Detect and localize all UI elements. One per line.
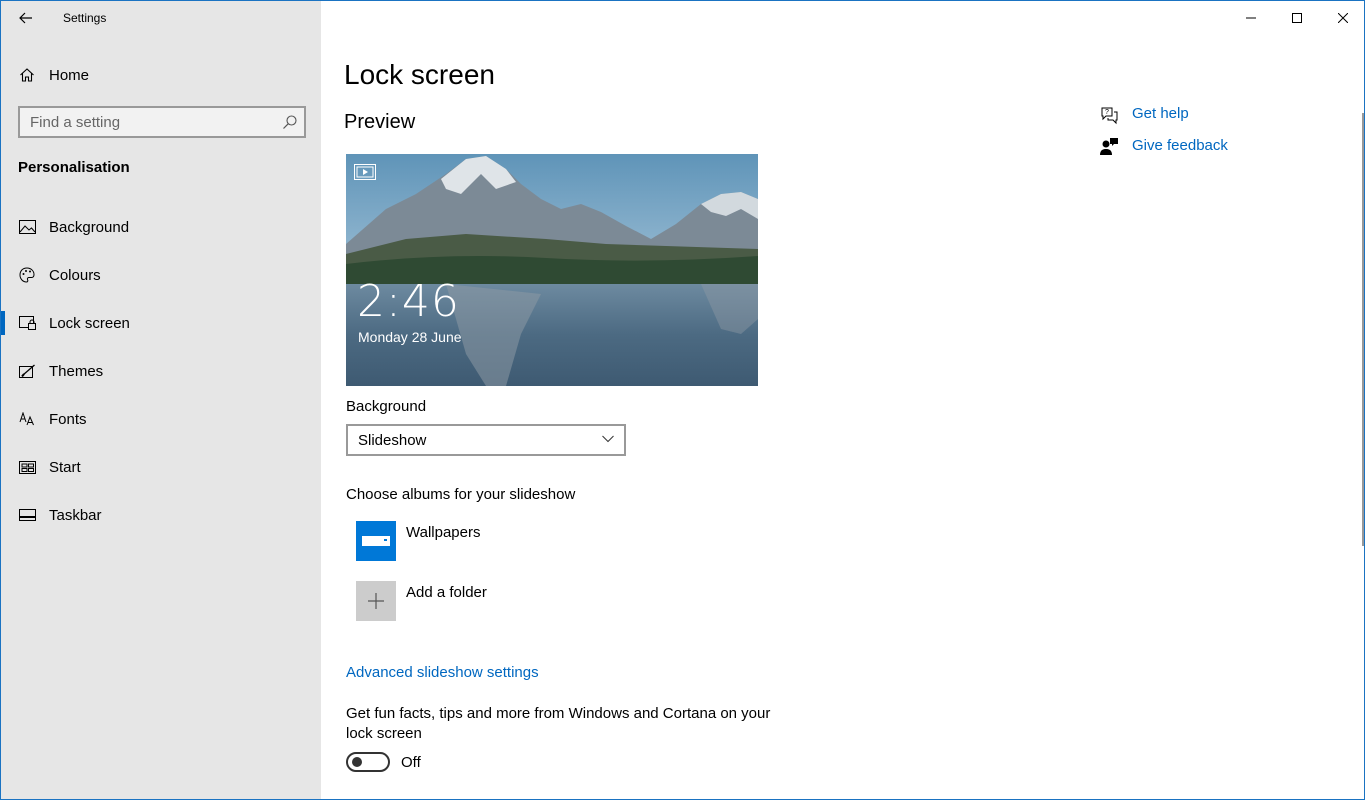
- minimize-button[interactable]: [1228, 1, 1274, 35]
- give-feedback-link[interactable]: Give feedback: [1132, 137, 1228, 154]
- add-folder-button[interactable]: Add a folder: [356, 581, 656, 623]
- settings-window: Settings Home Personalisation: [0, 0, 1365, 800]
- plus-icon: [356, 581, 396, 621]
- fun-facts-toggle[interactable]: [346, 752, 390, 772]
- themes-icon: [18, 362, 36, 380]
- slideshow-badge-icon: [354, 164, 376, 180]
- search-icon[interactable]: [282, 114, 298, 130]
- sidebar-item-themes[interactable]: Themes: [1, 347, 321, 395]
- album-label: Add a folder: [406, 584, 487, 601]
- preview-title: Preview: [344, 111, 416, 133]
- taskbar-icon: [18, 506, 36, 524]
- section-title: Personalisation: [18, 159, 130, 176]
- back-button[interactable]: [11, 5, 41, 31]
- preview-date: Monday 28 June: [358, 329, 462, 345]
- image-icon: [18, 218, 36, 236]
- home-icon: [18, 66, 36, 84]
- minimize-icon: [1246, 17, 1256, 19]
- close-icon: [1338, 13, 1348, 23]
- chevron-down-icon: [602, 435, 614, 443]
- fun-facts-label: Get fun facts, tips and more from Window…: [346, 705, 771, 742]
- background-dropdown-value: Slideshow: [358, 432, 427, 449]
- svg-text:?: ?: [1105, 109, 1109, 116]
- start-icon: [18, 458, 36, 476]
- nav-list: Background Colours Lock screen Themes Fo…: [1, 203, 321, 539]
- maximize-button[interactable]: [1274, 1, 1320, 35]
- maximize-icon: [1292, 13, 1302, 23]
- scrollbar[interactable]: [1362, 113, 1364, 546]
- advanced-slideshow-link[interactable]: Advanced slideshow settings: [346, 664, 539, 681]
- sidebar: Settings Home Personalisation: [1, 1, 321, 799]
- album-wallpapers[interactable]: Wallpapers: [356, 521, 656, 563]
- app-title: Settings: [63, 11, 107, 25]
- search-box: [18, 106, 306, 138]
- albums-label: Choose albums for your slideshow: [346, 486, 576, 503]
- sidebar-item-label: Colours: [49, 266, 101, 284]
- feedback-icon: [1100, 138, 1118, 155]
- sidebar-item-start[interactable]: Start: [1, 443, 321, 491]
- page-title: Lock screen: [344, 59, 495, 90]
- background-dropdown[interactable]: Slideshow: [346, 424, 626, 456]
- background-label: Background: [346, 398, 427, 415]
- album-label: Wallpapers: [406, 524, 481, 541]
- get-help-row: ? Get help: [1099, 101, 1299, 133]
- toggle-knob: [352, 757, 362, 767]
- folder-icon: [356, 521, 396, 561]
- fonts-icon: [18, 410, 36, 428]
- give-feedback-row: Give feedback: [1099, 133, 1299, 165]
- search-input[interactable]: [20, 108, 270, 136]
- sidebar-item-colours[interactable]: Colours: [1, 251, 321, 299]
- sidebar-item-fonts[interactable]: Fonts: [1, 395, 321, 443]
- lock-screen-icon: [18, 314, 36, 332]
- lock-screen-preview: 2:46 Monday 28 June: [346, 154, 758, 386]
- sidebar-item-taskbar[interactable]: Taskbar: [1, 491, 321, 539]
- palette-icon: [18, 266, 36, 284]
- sidebar-item-label: Home: [49, 66, 90, 84]
- sidebar-item-label: Background: [49, 218, 130, 236]
- sidebar-item-label: Taskbar: [49, 506, 102, 524]
- titlebar-left: Settings: [1, 1, 321, 35]
- preview-time: 2:46: [357, 276, 460, 327]
- sidebar-item-home[interactable]: Home: [1, 57, 321, 93]
- sidebar-item-background[interactable]: Background: [1, 203, 321, 251]
- help-links: ? Get help Give feedback: [1099, 101, 1299, 165]
- fun-facts-toggle-state: Off: [401, 754, 421, 771]
- close-button[interactable]: [1320, 1, 1364, 35]
- window-controls: [1228, 1, 1364, 35]
- sidebar-item-lock-screen[interactable]: Lock screen: [1, 299, 321, 347]
- help-chat-icon: ?: [1101, 107, 1118, 125]
- main-content: Lock screen Preview 2:46 Monday 28 June …: [321, 1, 1364, 799]
- preview-image: [346, 154, 758, 386]
- sidebar-item-label: Fonts: [49, 410, 87, 428]
- get-help-link[interactable]: Get help: [1132, 105, 1189, 122]
- sidebar-item-label: Start: [49, 458, 81, 476]
- sidebar-item-label: Themes: [49, 362, 104, 380]
- back-arrow-icon: [19, 12, 32, 24]
- sidebar-item-label: Lock screen: [49, 314, 130, 332]
